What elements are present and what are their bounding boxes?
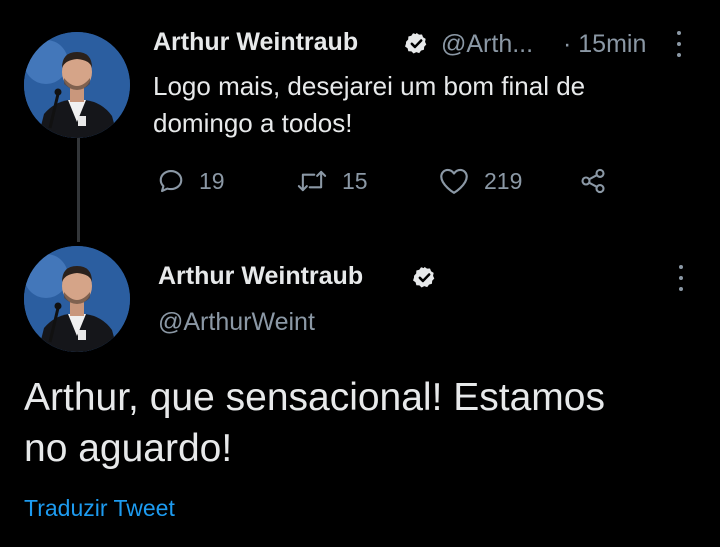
reply-icon — [159, 170, 183, 193]
author-name[interactable]: Arthur Weintraub — [153, 28, 358, 57]
more-vertical-icon[interactable] — [674, 31, 684, 57]
tweet-text-line: Logo mais, desejarei um bom final de — [153, 71, 586, 101]
retweet-count: 15 — [342, 167, 368, 194]
tweet-text: Logo mais, desejarei um bom final de dom… — [153, 68, 673, 142]
author-handle[interactable]: @ArthurWeint — [158, 308, 315, 337]
retweet-button[interactable]: 15 — [296, 165, 368, 197]
thread-line — [77, 138, 80, 242]
avatar-photo — [24, 246, 130, 352]
avatar-photo — [24, 32, 130, 138]
tweet-time[interactable]: · 15min — [563, 30, 646, 59]
reply-text-line: Arthur, que sensacional! Estamos — [24, 376, 605, 419]
reply-text: Arthur, que sensacional! Estamos no agua… — [24, 372, 704, 474]
avatar[interactable] — [24, 246, 130, 352]
share-icon — [581, 168, 605, 194]
reply-text-line: no aguardo! — [24, 427, 233, 470]
share-button[interactable] — [578, 165, 608, 197]
more-vertical-icon[interactable] — [676, 265, 686, 291]
verified-badge-icon — [405, 32, 427, 54]
like-button[interactable]: 219 — [438, 165, 522, 197]
retweet-icon — [297, 170, 327, 192]
reply-count: 19 — [199, 167, 225, 194]
heart-icon — [440, 168, 468, 194]
like-count: 219 — [484, 167, 523, 194]
reply-button[interactable]: 19 — [157, 165, 225, 197]
author-handle[interactable]: @Arth... — [441, 30, 533, 59]
avatar[interactable] — [24, 32, 130, 138]
translate-tweet-link[interactable]: Traduzir Tweet — [24, 495, 175, 522]
author-name[interactable]: Arthur Weintraub — [158, 262, 363, 291]
verified-badge-icon — [413, 266, 435, 288]
tweet-text-line: domingo a todos! — [153, 108, 353, 138]
